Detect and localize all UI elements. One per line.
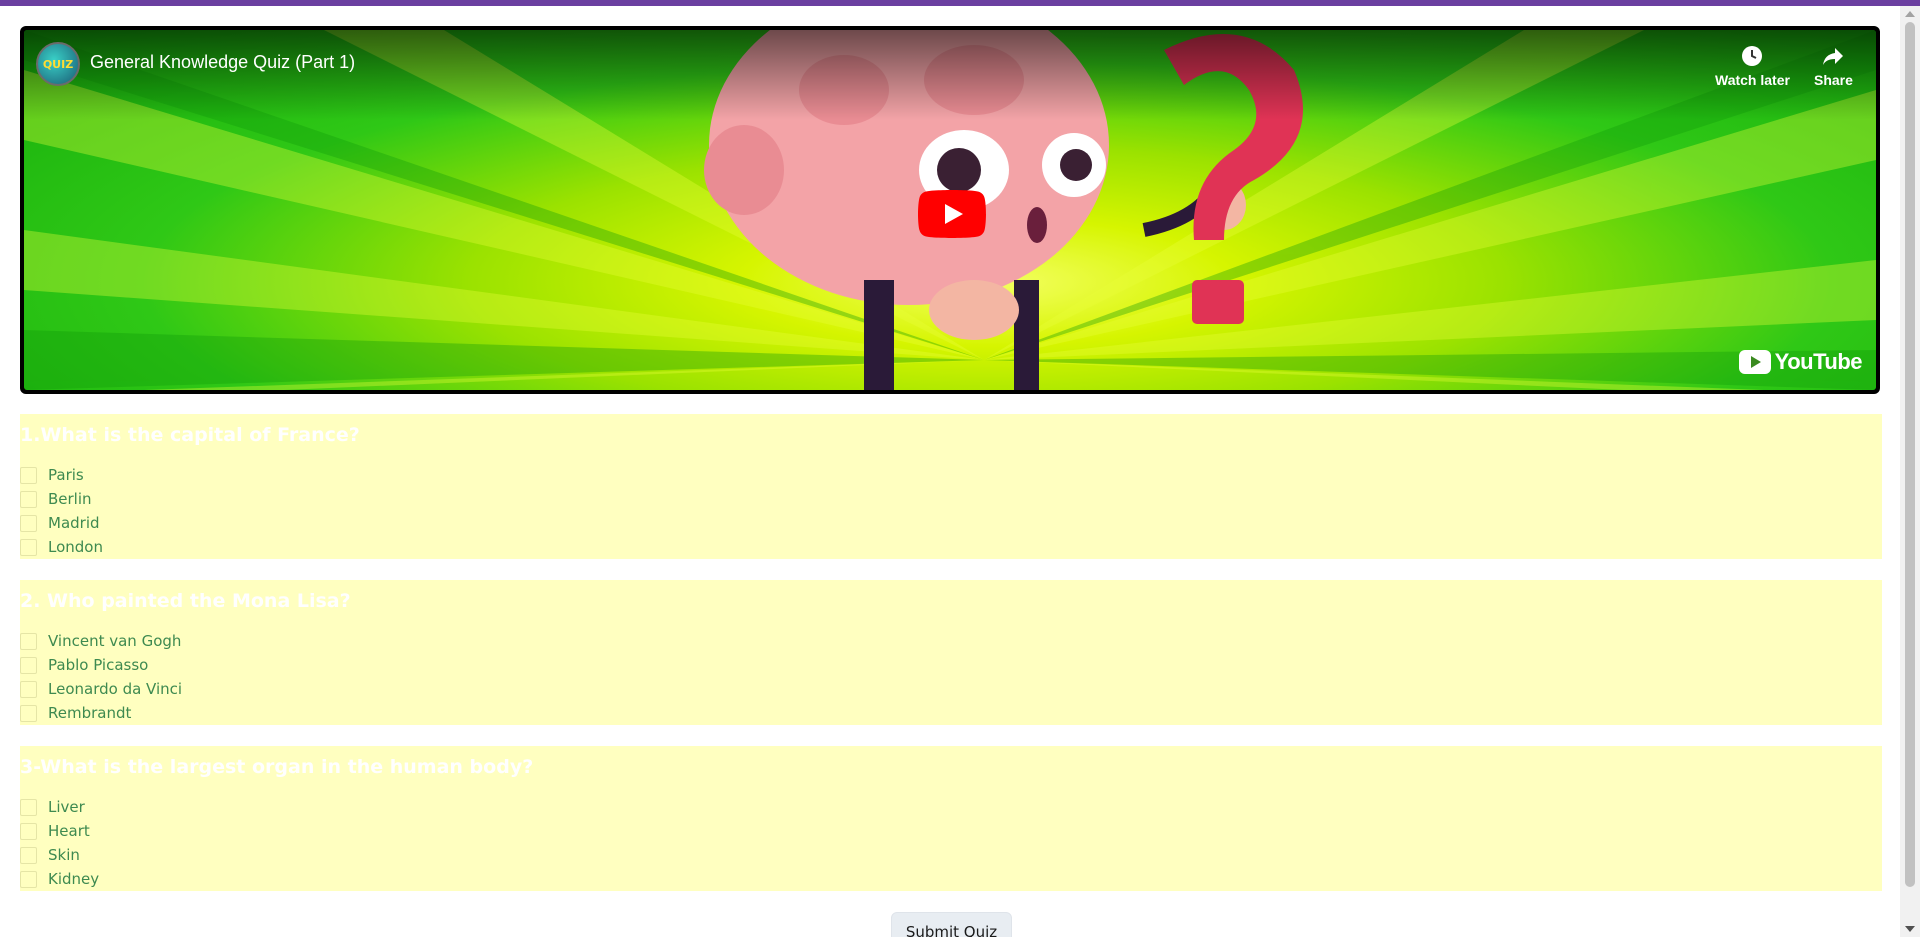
option-label[interactable]: Pablo Picasso: [48, 656, 148, 674]
option-label[interactable]: Skin: [48, 846, 80, 864]
checkbox[interactable]: [20, 514, 37, 532]
checkbox[interactable]: [20, 798, 37, 816]
question-title: 2. Who painted the Mona Lisa?: [20, 590, 351, 612]
checkbox[interactable]: [20, 466, 37, 484]
option-label[interactable]: Heart: [48, 822, 90, 840]
checkbox[interactable]: [20, 538, 37, 556]
question-card-3: 3-What is the largest organ in the human…: [20, 746, 1882, 891]
submit-quiz-button[interactable]: Submit Quiz: [891, 912, 1012, 937]
youtube-logo[interactable]: YouTube: [1738, 348, 1863, 376]
clock-icon: [1742, 46, 1763, 66]
option-picasso[interactable]: Pablo Picasso: [20, 654, 148, 676]
option-label[interactable]: Berlin: [48, 490, 92, 508]
checkbox[interactable]: [20, 656, 37, 674]
checkbox[interactable]: [20, 870, 37, 888]
page-scrollbar[interactable]: [1900, 6, 1920, 937]
option-kidney[interactable]: Kidney: [20, 868, 99, 890]
option-berlin[interactable]: Berlin: [20, 488, 92, 510]
option-label[interactable]: Kidney: [48, 870, 99, 888]
option-madrid[interactable]: Madrid: [20, 512, 100, 534]
checkbox[interactable]: [20, 846, 37, 864]
option-label[interactable]: Paris: [48, 466, 84, 484]
question-card-2: 2. Who painted the Mona Lisa? Vincent va…: [20, 580, 1882, 725]
checkbox[interactable]: [20, 490, 37, 508]
question-title: 1.What is the capital of France?: [20, 424, 360, 446]
option-paris[interactable]: Paris: [20, 464, 84, 486]
option-da-vinci[interactable]: Leonardo da Vinci: [20, 678, 182, 700]
option-van-gogh[interactable]: Vincent van Gogh: [20, 630, 181, 652]
option-label[interactable]: Liver: [48, 798, 85, 816]
play-icon[interactable]: [918, 190, 986, 238]
option-label[interactable]: Leonardo da Vinci: [48, 680, 182, 698]
option-liver[interactable]: Liver: [20, 796, 85, 818]
video-embed[interactable]: QUIZ General Knowledge Quiz (Part 1) Wat…: [20, 26, 1880, 394]
option-skin[interactable]: Skin: [20, 844, 80, 866]
scroll-down-arrow-icon[interactable]: [1905, 926, 1915, 932]
channel-avatar-text: QUIZ: [42, 57, 74, 71]
option-label[interactable]: Rembrandt: [48, 704, 131, 722]
watch-later-button[interactable]: Watch later: [1715, 44, 1790, 88]
watch-later-label: Watch later: [1715, 72, 1790, 88]
share-label: Share: [1814, 72, 1853, 88]
video-top-shade: [24, 30, 1876, 120]
youtube-logo-icon: [1738, 350, 1771, 374]
checkbox[interactable]: [20, 632, 37, 650]
channel-avatar[interactable]: QUIZ: [36, 42, 80, 86]
question-card-1: 1.What is the capital of France? Paris B…: [20, 414, 1882, 559]
question-title: 3-What is the largest organ in the human…: [20, 756, 534, 778]
option-label[interactable]: Madrid: [48, 514, 100, 532]
option-london[interactable]: London: [20, 536, 103, 558]
video-title[interactable]: General Knowledge Quiz (Part 1): [90, 52, 355, 73]
option-rembrandt[interactable]: Rembrandt: [20, 702, 131, 724]
checkbox[interactable]: [20, 680, 37, 698]
option-label[interactable]: London: [48, 538, 103, 556]
option-label[interactable]: Vincent van Gogh: [48, 632, 181, 650]
share-arrow-icon: [1823, 48, 1844, 65]
scroll-up-arrow-icon[interactable]: [1905, 11, 1915, 17]
option-heart[interactable]: Heart: [20, 820, 90, 842]
page: QUIZ General Knowledge Quiz (Part 1) Wat…: [0, 6, 1900, 937]
video-thumbnail[interactable]: QUIZ General Knowledge Quiz (Part 1) Wat…: [24, 30, 1876, 390]
share-button[interactable]: Share: [1814, 44, 1853, 88]
checkbox[interactable]: [20, 822, 37, 840]
checkbox[interactable]: [20, 704, 37, 722]
youtube-logo-text: YouTube: [1774, 349, 1863, 374]
scrollbar-thumb[interactable]: [1905, 22, 1915, 887]
